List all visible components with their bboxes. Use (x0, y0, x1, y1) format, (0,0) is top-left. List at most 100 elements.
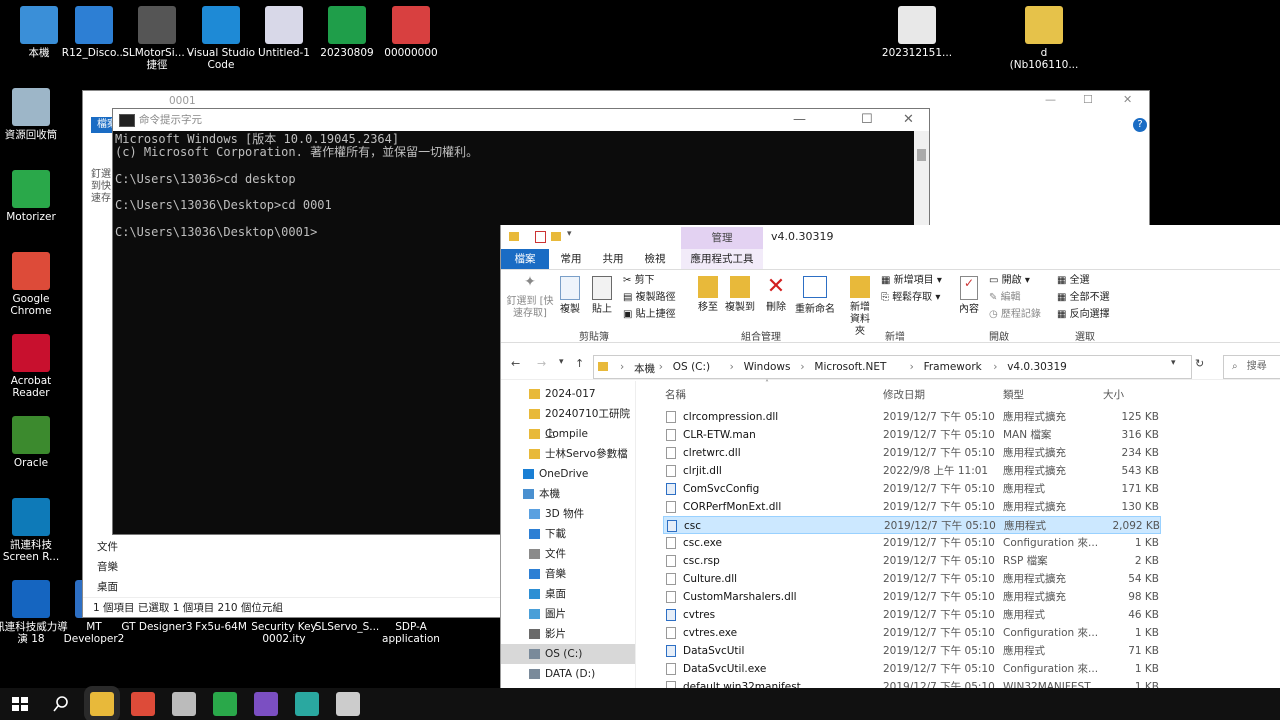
file-row[interactable]: clrjit.dll 2022/9/8 上午 11:01 應用程式擴充 543 KB (663, 462, 1161, 480)
breadcrumb-item[interactable]: Framework (924, 361, 982, 373)
select-all-button[interactable]: ▦ 全選 (1057, 272, 1110, 289)
close-icon[interactable]: ✕ (903, 109, 914, 131)
taskbar-visual-studio[interactable] (254, 692, 278, 716)
file-row[interactable]: cvtres 2019/12/7 下午 05:10 應用程式 46 KB (663, 606, 1161, 624)
file-row[interactable]: cvtres.exe 2019/12/7 下午 05:10 Configuratio… (663, 624, 1161, 642)
file-row[interactable]: CORPerfMonExt.dll 2019/12/7 下午 05:10 應用程式擴… (663, 498, 1161, 516)
nav-item[interactable]: 20240710工研院上 (501, 404, 635, 440)
breadcrumb-item[interactable]: 本機 (634, 361, 655, 376)
nav-item[interactable]: 2024-017 (501, 384, 635, 404)
nav-item[interactable]: Compile (501, 424, 635, 444)
breadcrumb-item[interactable]: v4.0.30319 (1007, 361, 1067, 373)
desktop-icon-acrobat-reader[interactable]: Acrobat Reader (0, 334, 68, 399)
move-to-button[interactable]: 移至 (691, 276, 725, 314)
taskbar-app-network[interactable] (172, 692, 196, 716)
nav-item[interactable]: OS (C:) (501, 644, 635, 664)
nav-item[interactable]: 下載 (501, 524, 635, 544)
easy-access-button[interactable]: ⎘ 輕鬆存取 ▾ (881, 289, 942, 306)
breadcrumb-item[interactable]: Microsoft.NET (814, 361, 886, 373)
desktop-icon-recycle-bin[interactable]: 資源回收筒 (0, 88, 68, 141)
file-row[interactable]: CustomMarshalers.dll 2019/12/7 下午 05:10 應用… (663, 588, 1161, 606)
file-row[interactable]: DataSvcUtil 2019/12/7 下午 05:10 應用程式 71 KB (663, 642, 1161, 660)
start-button[interactable] (8, 692, 32, 716)
nav-item[interactable]: 桌面 (501, 584, 635, 604)
file-row[interactable]: csc.rsp 2019/12/7 下午 05:10 RSP 檔案 2 KB (663, 552, 1161, 570)
column-header-size[interactable]: 大小 (1103, 387, 1124, 402)
file-row[interactable]: DataSvcUtil.exe 2019/12/7 下午 05:10 Configu… (663, 660, 1161, 678)
tab-share[interactable]: 共用 (595, 249, 631, 269)
qat-dropdown-icon[interactable]: ▾ (567, 229, 572, 239)
back-arrow-icon[interactable]: ← (511, 357, 520, 370)
nav-item[interactable]: 3D 物件 (501, 504, 635, 524)
rename-button[interactable]: 重新命名 (793, 276, 837, 316)
cut-button[interactable]: ✂ 剪下 (623, 272, 676, 289)
copy-path-button[interactable]: ▤ 複製路徑 (623, 289, 676, 306)
desktop-icon-20230809[interactable]: 20230809 (310, 6, 384, 59)
copy-button[interactable]: 複製 (555, 276, 585, 316)
close-icon[interactable]: ✕ (1123, 93, 1132, 106)
taskbar-cmd[interactable] (336, 692, 360, 716)
desktop-icon-screen-recorder[interactable]: 訊連科技 Screen R... (0, 498, 68, 563)
new-item-button[interactable]: ▦ 新增項目 ▾ (881, 272, 942, 289)
taskbar-file-explorer[interactable] (90, 692, 114, 716)
forward-arrow-icon[interactable]: → (537, 357, 546, 370)
column-header-type[interactable]: 類型 (1003, 387, 1024, 402)
nav-item[interactable]: 文件 (97, 537, 118, 557)
invert-selection-button[interactable]: ▦ 反向選擇 (1057, 306, 1110, 323)
taskbar-app-green[interactable] (213, 692, 237, 716)
breadcrumb-chevron-icon[interactable]: › (730, 361, 734, 373)
recent-dropdown-icon[interactable]: ▾ (559, 357, 564, 367)
tab-file[interactable]: 檔案 (501, 249, 549, 269)
desktop-icon-slmotorsi[interactable]: SLMotorSi... - 捷徑 (120, 6, 194, 71)
breadcrumb-item[interactable]: OS (C:) (673, 361, 710, 373)
nav-item[interactable]: 影片 (501, 624, 635, 644)
open-button[interactable]: ▭ 開啟 ▾ (989, 272, 1041, 289)
properties-button[interactable]: ✓ 內容 (955, 276, 983, 316)
file-row[interactable]: clretwrc.dll 2019/12/7 下午 05:10 應用程式擴充 234 … (663, 444, 1161, 462)
address-bar[interactable]: › 本機 › OS (C:) › Windows › Microsoft.NET › Framew… (593, 355, 1192, 379)
tab-home[interactable]: 常用 (553, 249, 589, 269)
explorer-titlebar[interactable]: ▾ 管理 v4.0.30319 (501, 225, 1280, 249)
up-arrow-icon[interactable]: ↑ (575, 357, 584, 370)
nav-item[interactable]: 本機 (501, 484, 635, 504)
copy-to-button[interactable]: 複製到 (723, 276, 757, 314)
file-row[interactable]: CLR-ETW.man 2019/12/7 下午 05:10 MAN 檔案 316 K… (663, 426, 1161, 444)
nav-item[interactable]: DATA (D:) (501, 664, 635, 684)
delete-button[interactable]: ✕ 刪除 (761, 276, 791, 314)
minimize-icon[interactable]: — (1045, 93, 1056, 106)
breadcrumb-item[interactable]: Windows (744, 361, 791, 373)
breadcrumb-chevron-icon[interactable]: › (910, 361, 914, 373)
cmd-output[interactable]: Microsoft Windows [版本 10.0.19045.2364] (… (113, 131, 929, 239)
breadcrumb-chevron-icon[interactable]: › (620, 361, 624, 373)
breadcrumb-chevron-icon[interactable]: › (800, 361, 804, 373)
history-button[interactable]: ◷ 歷程記錄 (989, 306, 1041, 323)
new-folder-button[interactable]: 新增資料夾 (843, 276, 877, 338)
quick-access-folder-icon[interactable] (551, 232, 561, 241)
help-icon[interactable]: ? (1133, 118, 1147, 132)
taskbar-chrome[interactable] (131, 692, 155, 716)
file-row[interactable]: csc 2019/12/7 下午 05:10 應用程式 2,092 KB (663, 516, 1161, 534)
paste-shortcut-button[interactable]: ▣ 貼上捷徑 (623, 306, 676, 323)
tab-app-tools[interactable]: 應用程式工具 (681, 249, 763, 269)
select-none-button[interactable]: ▦ 全部不選 (1057, 289, 1110, 306)
desktop-icon-d-nb106110[interactable]: d (Nb106110... (1007, 6, 1081, 71)
edit-button[interactable]: ✎ 編輯 (989, 289, 1041, 306)
desktop-icon-motorizer[interactable]: Motorizer (0, 170, 68, 223)
refresh-icon[interactable]: ↻ (1195, 357, 1204, 370)
nav-item[interactable]: 音樂 (501, 564, 635, 584)
pin-quick-access-button[interactable]: ✦ 釘選到 [快速存取] (505, 275, 555, 320)
column-header-date[interactable]: 修改日期 (883, 387, 925, 402)
explorer-window-v4[interactable]: ▾ 管理 v4.0.30319 檔案 常用 共用 檢視 應用程式工具 ✦ 釘選到… (500, 225, 1280, 720)
minimize-icon[interactable]: — (793, 109, 806, 131)
column-header-name[interactable]: 名稱 (665, 387, 686, 402)
address-dropdown-icon[interactable]: ▾ (1171, 358, 1176, 368)
file-row[interactable]: ComSvcConfig 2019/12/7 下午 05:10 應用程式 171 KB (663, 480, 1161, 498)
breadcrumb-chevron-icon[interactable]: › (659, 361, 663, 373)
desktop-icon-00000000[interactable]: 00000000 (374, 6, 448, 59)
nav-item[interactable]: 桌面 (97, 577, 118, 597)
nav-item[interactable]: OneDrive (501, 464, 635, 484)
desktop-icon-202312151[interactable]: 202312151... (880, 6, 954, 59)
tab-view[interactable]: 檢視 (637, 249, 673, 269)
properties-qa-icon[interactable] (535, 231, 546, 243)
desktop-icon-oracle[interactable]: Oracle (0, 416, 68, 469)
